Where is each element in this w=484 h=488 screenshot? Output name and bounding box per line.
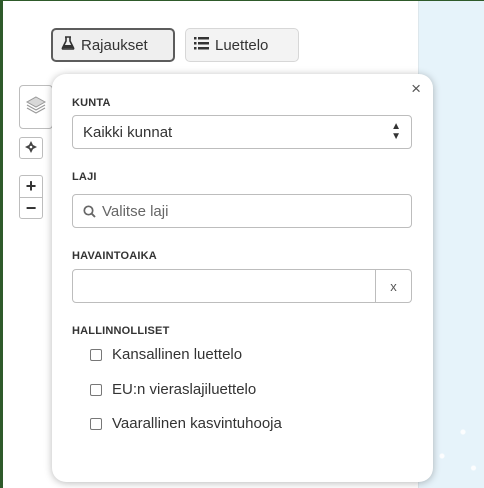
municipality-select[interactable]: Kaikki kunnat ▲ ▼ <box>72 115 412 149</box>
checkbox-box[interactable] <box>90 417 102 430</box>
search-icon <box>83 204 96 218</box>
app-frame: Rajaukset Luettelo + − × KUNTA Kaikki ku… <box>0 0 484 488</box>
checkbox-plant-pest[interactable]: Vaarallinen kasvintuhooja <box>90 415 282 432</box>
list-button[interactable]: Luettelo <box>185 28 299 62</box>
observation-date-label: HAVAINTOAIKA <box>72 250 157 262</box>
checkbox-label: EU:n vieraslajiluettelo <box>112 381 257 398</box>
zoom-in-button[interactable]: + <box>19 175 43 197</box>
municipality-select-value: Kaikki kunnat <box>83 123 173 141</box>
filters-button[interactable]: Rajaukset <box>51 28 175 62</box>
layers-icon <box>25 95 47 120</box>
locate-button[interactable] <box>19 137 43 159</box>
list-button-label: Luettelo <box>215 36 269 54</box>
checkbox-box[interactable] <box>90 383 102 396</box>
filters-button-label: Rajaukset <box>81 36 148 54</box>
checkbox-label: Kansallinen luettelo <box>112 346 243 363</box>
locate-icon <box>25 140 37 156</box>
checkbox-eu-list[interactable]: EU:n vieraslajiluettelo <box>90 381 256 398</box>
list-icon <box>194 36 209 54</box>
observation-date-group: x <box>72 269 412 303</box>
date-clear-button[interactable]: x <box>376 269 412 303</box>
observation-date-input[interactable] <box>72 269 376 303</box>
administrative-label: HALLINNOLLISET <box>72 325 170 337</box>
checkbox-label: Vaarallinen kasvintuhooja <box>112 415 282 432</box>
municipality-label: KUNTA <box>72 97 111 109</box>
species-search-input[interactable]: Valitse laji <box>72 194 412 228</box>
filter-panel: × KUNTA Kaikki kunnat ▲ ▼ LAJI Valitse la… <box>52 74 433 482</box>
close-icon[interactable]: × <box>411 80 421 97</box>
checkbox-box[interactable] <box>90 348 102 361</box>
species-label: LAJI <box>72 171 97 183</box>
layers-button[interactable] <box>19 85 53 129</box>
select-arrows-icon: ▲ ▼ <box>391 121 401 142</box>
zoom-out-button[interactable]: − <box>19 197 43 219</box>
species-placeholder: Valitse laji <box>102 202 169 220</box>
checkbox-national-list[interactable]: Kansallinen luettelo <box>90 346 242 363</box>
flask-icon <box>61 36 75 54</box>
